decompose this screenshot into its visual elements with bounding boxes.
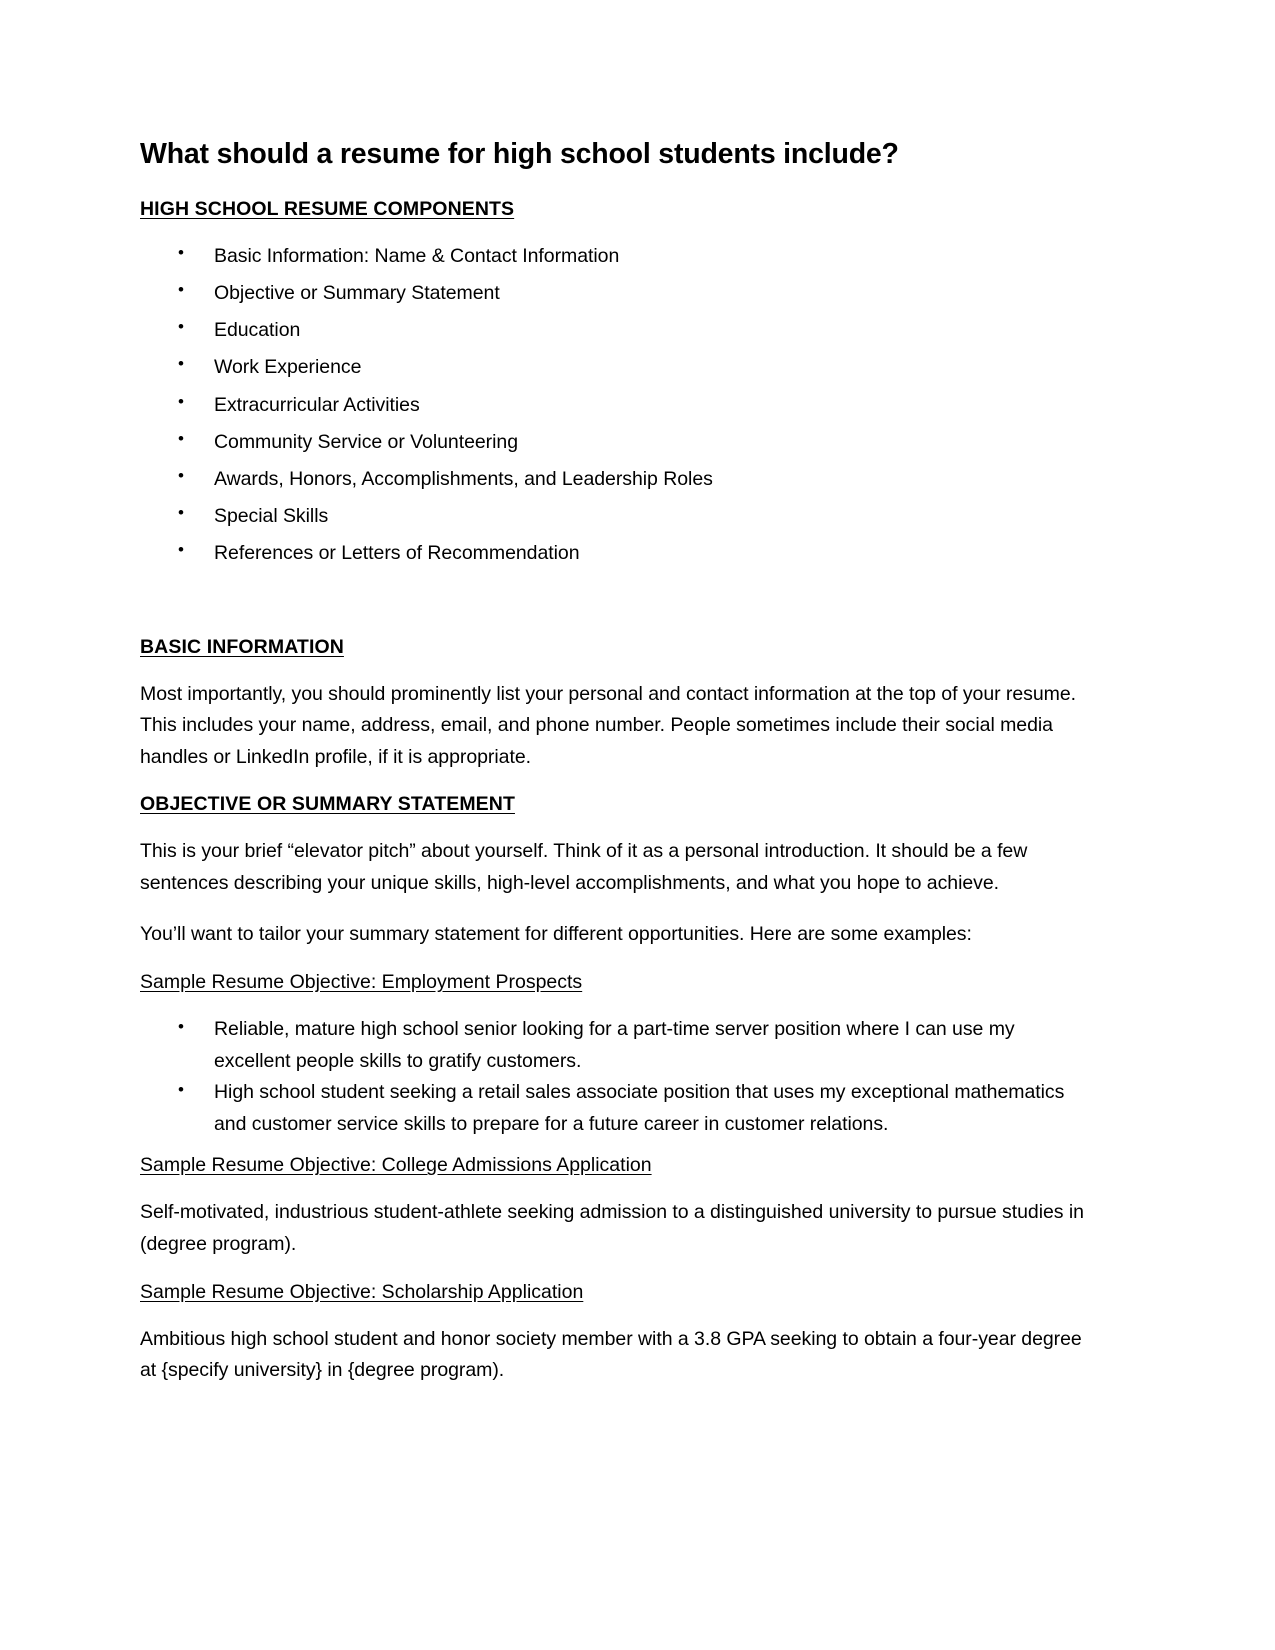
- sub-heading-employment-prospects: Sample Resume Objective: Employment Pros…: [140, 971, 583, 994]
- section-heading-objective: OBJECTIVE OR SUMMARY STATEMENT: [140, 793, 515, 816]
- list-item: High school student seeking a retail sal…: [140, 1076, 1090, 1140]
- page-title: What should a resume for high school stu…: [140, 138, 899, 170]
- basic-information-paragraph: Most importantly, you should prominently…: [140, 682, 1077, 768]
- objective-paragraph-1: This is your brief “elevator pitch” abou…: [140, 840, 1028, 894]
- sample-spacer-1: [140, 1140, 1090, 1154]
- list-item: References or Letters of Recommendation: [140, 537, 1090, 568]
- list-item: Extracurricular Activities: [140, 388, 1090, 420]
- list-item: Reliable, mature high school senior look…: [140, 1013, 1090, 1077]
- list-item: Basic Information: Name & Contact Inform…: [140, 240, 1090, 271]
- objective-paragraph-2: You’ll want to tailor your summary state…: [140, 923, 972, 946]
- section-heading-basic-information: BASIC INFORMATION: [140, 635, 344, 658]
- list-item: Education: [140, 314, 1090, 345]
- resume-components-list: Basic Information: Name & Contact Inform…: [140, 240, 1090, 569]
- list-item: Awards, Honors, Accomplishments, and Lea…: [140, 463, 1090, 494]
- list-item: Objective or Summary Statement: [140, 277, 1090, 308]
- list-item: Community Service or Volunteering: [140, 426, 1090, 457]
- sub-heading-college-admissions: Sample Resume Objective: College Admissi…: [140, 1154, 652, 1177]
- scholarship-application-paragraph: Ambitious high school student and honor …: [140, 1327, 1082, 1382]
- college-admissions-paragraph: Self-motivated, industrious student-athl…: [140, 1201, 1084, 1255]
- list-item: Work Experience: [140, 351, 1090, 382]
- section-heading-components: HIGH SCHOOL RESUME COMPONENTS: [140, 197, 515, 220]
- document-page: What should a resume for high school stu…: [0, 0, 1275, 1650]
- sub-heading-scholarship-application: Sample Resume Objective: Scholarship App…: [140, 1280, 584, 1303]
- list-item: Special Skills: [140, 500, 1090, 531]
- employment-prospects-list: Reliable, mature high school senior look…: [140, 1013, 1090, 1140]
